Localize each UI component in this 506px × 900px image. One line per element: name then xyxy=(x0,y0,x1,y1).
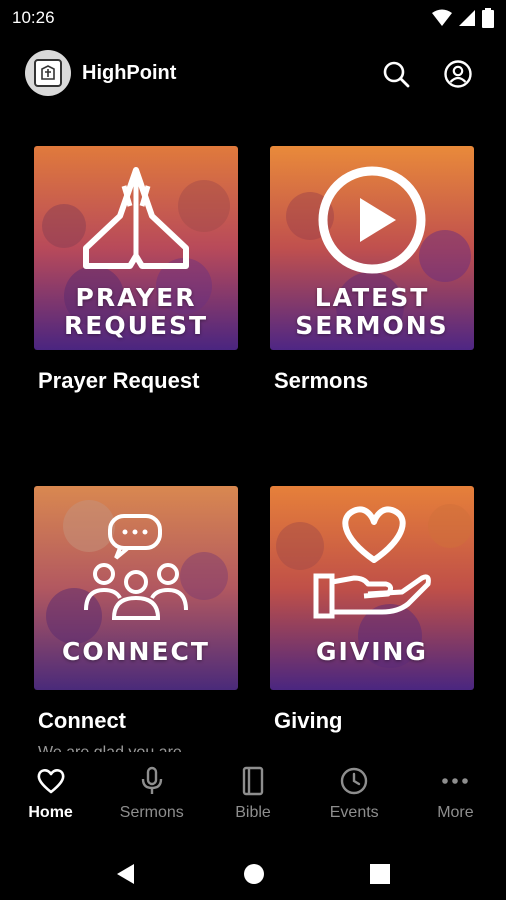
nav-label: Home xyxy=(28,804,73,821)
nav-item-bible[interactable]: Bible xyxy=(202,752,303,848)
nav-item-home[interactable]: Home xyxy=(0,752,101,848)
search-icon xyxy=(383,61,410,88)
signal-icon xyxy=(458,9,476,32)
logo-mark-icon xyxy=(34,59,62,87)
tile-connect[interactable]: CONNECT Connect We are glad you are xyxy=(34,486,238,762)
clock-icon xyxy=(339,766,369,796)
prayer-image-line-1: PRAYER xyxy=(75,283,197,312)
wifi-icon xyxy=(432,9,452,32)
system-nav-bar xyxy=(0,848,506,900)
app-bar: HighPoint xyxy=(0,48,506,100)
app-title: HighPoint xyxy=(82,62,177,84)
tile-giving[interactable]: GIVING Giving xyxy=(270,486,474,734)
search-button[interactable] xyxy=(380,58,412,90)
tile-prayer-request[interactable]: PRAYER REQUEST Prayer Request xyxy=(34,146,238,394)
tile-sermons[interactable]: LATEST SERMONS Sermons xyxy=(270,146,474,394)
status-time: 10:26 xyxy=(12,8,55,27)
back-icon xyxy=(117,864,134,884)
play-icon xyxy=(318,166,426,274)
church-logo xyxy=(25,50,71,96)
microphone-icon xyxy=(137,766,167,796)
nav-label: Sermons xyxy=(119,804,184,821)
status-bar: 10:26 xyxy=(0,0,506,36)
status-icons xyxy=(432,8,494,33)
tile-title: Sermons xyxy=(274,368,369,393)
giving-image-line-1: GIVING xyxy=(316,637,428,666)
back-button[interactable] xyxy=(112,860,140,888)
connect-image-line-1: CONNECT xyxy=(62,637,210,666)
recents-button[interactable] xyxy=(366,860,394,888)
nav-label: Bible xyxy=(235,804,271,821)
heart-icon xyxy=(36,766,66,796)
nav-label: Events xyxy=(329,804,379,821)
nav-item-more[interactable]: More xyxy=(405,752,506,848)
tile-title: Connect xyxy=(38,708,126,733)
people-chat-icon xyxy=(84,514,188,620)
nav-item-events[interactable]: Events xyxy=(304,752,405,848)
home-circle-icon xyxy=(244,864,264,884)
account-button[interactable] xyxy=(442,58,474,90)
heart-hand-icon xyxy=(313,506,431,619)
sermons-image: LATEST SERMONS xyxy=(270,146,474,350)
book-icon xyxy=(238,766,268,796)
prayer-image-line-2: REQUEST xyxy=(63,311,209,340)
bottom-nav: Home Sermons Bible Events More xyxy=(0,752,506,848)
connect-image: CONNECT xyxy=(34,486,238,690)
home-button[interactable] xyxy=(240,860,268,888)
giving-image: GIVING xyxy=(270,486,474,690)
nav-label: More xyxy=(437,804,474,821)
more-dots-icon xyxy=(440,766,470,796)
tile-title: Giving xyxy=(274,708,343,733)
sermons-image-line-1: LATEST xyxy=(314,283,430,312)
tile-title: Prayer Request xyxy=(38,368,200,393)
praying-hands-icon xyxy=(83,167,189,269)
prayer-request-image: PRAYER REQUEST xyxy=(34,146,238,350)
battery-icon xyxy=(482,8,494,33)
sermons-image-line-2: SERMONS xyxy=(295,311,449,340)
account-icon xyxy=(444,60,472,88)
nav-item-sermons[interactable]: Sermons xyxy=(101,752,202,848)
recents-icon xyxy=(370,864,390,884)
